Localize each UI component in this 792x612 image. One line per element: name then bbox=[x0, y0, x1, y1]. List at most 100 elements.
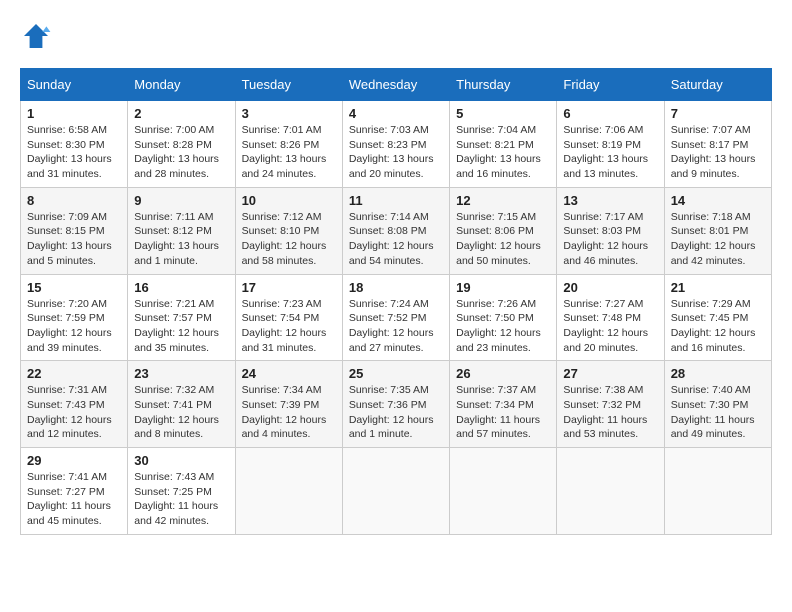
day-number: 12 bbox=[456, 193, 550, 208]
calendar-cell: 11 Sunrise: 7:14 AMSunset: 8:08 PMDayligh… bbox=[342, 187, 449, 274]
weekday-header-sunday: Sunday bbox=[21, 69, 128, 101]
calendar-cell: 26Sunrise: 7:37 AMSunset: 7:34 PMDayligh… bbox=[450, 361, 557, 448]
day-number: 17 bbox=[242, 280, 336, 295]
calendar-cell: 19 Sunrise: 7:26 AMSunset: 7:50 PMDayligh… bbox=[450, 274, 557, 361]
weekday-header-thursday: Thursday bbox=[450, 69, 557, 101]
calendar-cell: 1 Sunrise: 6:58 AMSunset: 8:30 PMDaylight… bbox=[21, 101, 128, 188]
calendar-cell bbox=[235, 448, 342, 535]
day-info: Sunrise: 7:34 AMSunset: 7:39 PMDaylight:… bbox=[242, 383, 336, 442]
day-number: 13 bbox=[563, 193, 657, 208]
day-info: Sunrise: 7:12 AMSunset: 8:10 PMDaylight:… bbox=[242, 210, 336, 269]
day-info: Sunrise: 7:14 AMSunset: 8:08 PMDaylight:… bbox=[349, 210, 443, 269]
day-info: Sunrise: 7:31 AMSunset: 7:43 PMDaylight:… bbox=[27, 383, 121, 442]
day-info: Sunrise: 7:26 AMSunset: 7:50 PMDaylight:… bbox=[456, 297, 550, 356]
calendar-week-5: 29 Sunrise: 7:41 AMSunset: 7:27 PMDayligh… bbox=[21, 448, 772, 535]
calendar-cell: 18 Sunrise: 7:24 AMSunset: 7:52 PMDayligh… bbox=[342, 274, 449, 361]
day-info: Sunrise: 7:03 AMSunset: 8:23 PMDaylight:… bbox=[349, 123, 443, 182]
day-info: Sunrise: 7:09 AMSunset: 8:15 PMDaylight:… bbox=[27, 210, 121, 269]
weekday-header-friday: Friday bbox=[557, 69, 664, 101]
day-info: Sunrise: 7:32 AMSunset: 7:41 PMDaylight:… bbox=[134, 383, 228, 442]
calendar-cell: 30 Sunrise: 7:43 AMSunset: 7:25 PMDayligh… bbox=[128, 448, 235, 535]
day-info: Sunrise: 7:38 AMSunset: 7:32 PMDaylight:… bbox=[563, 383, 657, 442]
calendar-cell: 27 Sunrise: 7:38 AMSunset: 7:32 PMDayligh… bbox=[557, 361, 664, 448]
day-number: 22 bbox=[27, 366, 121, 381]
calendar-cell: 6Sunrise: 7:06 AMSunset: 8:19 PMDaylight… bbox=[557, 101, 664, 188]
calendar-cell: 28 Sunrise: 7:40 AMSunset: 7:30 PMDayligh… bbox=[664, 361, 771, 448]
calendar-cell bbox=[450, 448, 557, 535]
day-info: Sunrise: 7:41 AMSunset: 7:27 PMDaylight:… bbox=[27, 470, 121, 529]
day-number: 19 bbox=[456, 280, 550, 295]
day-number: 9 bbox=[134, 193, 228, 208]
weekday-header-monday: Monday bbox=[128, 69, 235, 101]
calendar-week-4: 22 Sunrise: 7:31 AMSunset: 7:43 PMDayligh… bbox=[21, 361, 772, 448]
calendar-cell: 5 Sunrise: 7:04 AMSunset: 8:21 PMDaylight… bbox=[450, 101, 557, 188]
calendar-cell: 13Sunrise: 7:17 AMSunset: 8:03 PMDayligh… bbox=[557, 187, 664, 274]
day-number: 18 bbox=[349, 280, 443, 295]
calendar-week-3: 15Sunrise: 7:20 AMSunset: 7:59 PMDayligh… bbox=[21, 274, 772, 361]
calendar-cell: 14 Sunrise: 7:18 AMSunset: 8:01 PMDayligh… bbox=[664, 187, 771, 274]
logo-icon bbox=[20, 20, 52, 52]
calendar-cell: 4 Sunrise: 7:03 AMSunset: 8:23 PMDaylight… bbox=[342, 101, 449, 188]
calendar-cell bbox=[557, 448, 664, 535]
calendar-cell bbox=[664, 448, 771, 535]
page-header bbox=[20, 20, 772, 52]
day-number: 16 bbox=[134, 280, 228, 295]
day-number: 11 bbox=[349, 193, 443, 208]
day-number: 2 bbox=[134, 106, 228, 121]
calendar-table: SundayMondayTuesdayWednesdayThursdayFrid… bbox=[20, 68, 772, 535]
day-info: Sunrise: 7:35 AMSunset: 7:36 PMDaylight:… bbox=[349, 383, 443, 442]
day-info: Sunrise: 7:40 AMSunset: 7:30 PMDaylight:… bbox=[671, 383, 765, 442]
calendar-cell: 8 Sunrise: 7:09 AMSunset: 8:15 PMDaylight… bbox=[21, 187, 128, 274]
day-info: Sunrise: 7:24 AMSunset: 7:52 PMDaylight:… bbox=[349, 297, 443, 356]
day-number: 10 bbox=[242, 193, 336, 208]
calendar-cell: 23 Sunrise: 7:32 AMSunset: 7:41 PMDayligh… bbox=[128, 361, 235, 448]
day-info: Sunrise: 7:27 AMSunset: 7:48 PMDaylight:… bbox=[563, 297, 657, 356]
calendar-cell: 2 Sunrise: 7:00 AMSunset: 8:28 PMDaylight… bbox=[128, 101, 235, 188]
day-number: 29 bbox=[27, 453, 121, 468]
weekday-header-row: SundayMondayTuesdayWednesdayThursdayFrid… bbox=[21, 69, 772, 101]
day-number: 7 bbox=[671, 106, 765, 121]
day-info: Sunrise: 7:43 AMSunset: 7:25 PMDaylight:… bbox=[134, 470, 228, 529]
day-info: Sunrise: 7:00 AMSunset: 8:28 PMDaylight:… bbox=[134, 123, 228, 182]
calendar-cell: 21Sunrise: 7:29 AMSunset: 7:45 PMDayligh… bbox=[664, 274, 771, 361]
day-info: Sunrise: 7:01 AMSunset: 8:26 PMDaylight:… bbox=[242, 123, 336, 182]
day-number: 14 bbox=[671, 193, 765, 208]
day-number: 4 bbox=[349, 106, 443, 121]
day-info: Sunrise: 7:11 AMSunset: 8:12 PMDaylight:… bbox=[134, 210, 228, 269]
day-info: Sunrise: 7:04 AMSunset: 8:21 PMDaylight:… bbox=[456, 123, 550, 182]
calendar-cell: 7Sunrise: 7:07 AMSunset: 8:17 PMDaylight… bbox=[664, 101, 771, 188]
day-number: 15 bbox=[27, 280, 121, 295]
calendar-cell: 24 Sunrise: 7:34 AMSunset: 7:39 PMDayligh… bbox=[235, 361, 342, 448]
logo bbox=[20, 20, 58, 52]
day-number: 1 bbox=[27, 106, 121, 121]
calendar-cell: 16Sunrise: 7:21 AMSunset: 7:57 PMDayligh… bbox=[128, 274, 235, 361]
day-number: 8 bbox=[27, 193, 121, 208]
day-info: Sunrise: 7:18 AMSunset: 8:01 PMDaylight:… bbox=[671, 210, 765, 269]
day-number: 24 bbox=[242, 366, 336, 381]
day-number: 30 bbox=[134, 453, 228, 468]
day-number: 27 bbox=[563, 366, 657, 381]
day-number: 20 bbox=[563, 280, 657, 295]
day-number: 5 bbox=[456, 106, 550, 121]
calendar-cell: 9 Sunrise: 7:11 AMSunset: 8:12 PMDaylight… bbox=[128, 187, 235, 274]
calendar-cell: 22 Sunrise: 7:31 AMSunset: 7:43 PMDayligh… bbox=[21, 361, 128, 448]
day-number: 23 bbox=[134, 366, 228, 381]
day-info: Sunrise: 7:15 AMSunset: 8:06 PMDaylight:… bbox=[456, 210, 550, 269]
calendar-cell: 10 Sunrise: 7:12 AMSunset: 8:10 PMDayligh… bbox=[235, 187, 342, 274]
day-info: Sunrise: 6:58 AMSunset: 8:30 PMDaylight:… bbox=[27, 123, 121, 182]
day-number: 26 bbox=[456, 366, 550, 381]
weekday-header-saturday: Saturday bbox=[664, 69, 771, 101]
calendar-cell: 17 Sunrise: 7:23 AMSunset: 7:54 PMDayligh… bbox=[235, 274, 342, 361]
calendar-cell: 29 Sunrise: 7:41 AMSunset: 7:27 PMDayligh… bbox=[21, 448, 128, 535]
calendar-week-2: 8 Sunrise: 7:09 AMSunset: 8:15 PMDaylight… bbox=[21, 187, 772, 274]
day-number: 28 bbox=[671, 366, 765, 381]
day-number: 21 bbox=[671, 280, 765, 295]
day-number: 3 bbox=[242, 106, 336, 121]
calendar-cell: 12 Sunrise: 7:15 AMSunset: 8:06 PMDayligh… bbox=[450, 187, 557, 274]
calendar-cell bbox=[342, 448, 449, 535]
day-info: Sunrise: 7:23 AMSunset: 7:54 PMDaylight:… bbox=[242, 297, 336, 356]
weekday-header-wednesday: Wednesday bbox=[342, 69, 449, 101]
calendar-cell: 25Sunrise: 7:35 AMSunset: 7:36 PMDayligh… bbox=[342, 361, 449, 448]
calendar-cell: 15Sunrise: 7:20 AMSunset: 7:59 PMDayligh… bbox=[21, 274, 128, 361]
calendar-cell: 20 Sunrise: 7:27 AMSunset: 7:48 PMDayligh… bbox=[557, 274, 664, 361]
